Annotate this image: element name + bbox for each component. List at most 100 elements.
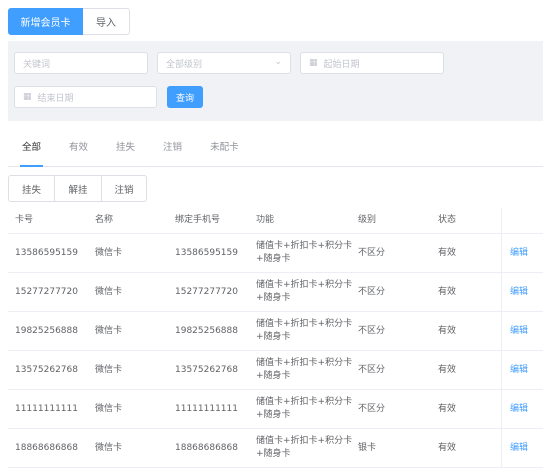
- functions-line: 储值卡+折扣卡+积分卡: [256, 358, 353, 368]
- fixed-column-divider: [501, 429, 502, 467]
- functions-line: 储值卡+折扣卡+积分卡: [256, 397, 353, 407]
- card-status: 有效: [438, 442, 457, 453]
- report-lost-button[interactable]: 挂失: [8, 175, 55, 202]
- edit-link[interactable]: 编辑: [510, 234, 543, 272]
- unlock-button[interactable]: 解挂: [55, 175, 102, 202]
- table-row: 19825256888 微信卡 19825256888 储值卡+折扣卡+积分卡 +…: [8, 312, 543, 351]
- edit-link[interactable]: 编辑: [510, 351, 543, 389]
- cancel-card-button[interactable]: 注销: [102, 175, 147, 202]
- start-date-input[interactable]: ▦ 起始日期: [300, 52, 444, 74]
- functions-line: 储值卡+折扣卡+积分卡: [256, 241, 353, 251]
- tab-lost[interactable]: 挂失: [102, 131, 149, 166]
- card-functions: 储值卡+折扣卡+积分卡 +随身卡: [256, 312, 356, 350]
- card-status: 有效: [438, 325, 457, 336]
- bound-phone: 18868686868: [175, 442, 238, 453]
- edit-link[interactable]: 编辑: [510, 429, 543, 467]
- table-header: 卡号 名称 绑定手机号 功能 级别 状态: [8, 208, 543, 234]
- bound-phone: 11111111111: [175, 403, 238, 414]
- card-functions: 储值卡+折扣卡+积分卡 +随身卡: [256, 390, 356, 428]
- member-card-table: 卡号 名称 绑定手机号 功能 级别 状态 13586595159 微信卡 135…: [8, 208, 543, 468]
- bound-phone: 15277277720: [175, 286, 238, 297]
- query-button[interactable]: 查询: [167, 86, 203, 108]
- card-number: 18868686868: [15, 442, 78, 453]
- table-row: 18868686868 微信卡 18868686868 储值卡+折扣卡+积分卡 +…: [8, 429, 543, 468]
- keyword-placeholder: 关键词: [23, 59, 51, 70]
- table-row: 13575262768 微信卡 13575262768 储值卡+折扣卡+积分卡 +…: [8, 351, 543, 390]
- fixed-column-divider: [501, 234, 502, 272]
- card-level: 不区分: [358, 286, 386, 297]
- card-number: 19825256888: [15, 325, 78, 336]
- edit-link[interactable]: 编辑: [510, 273, 543, 311]
- card-number: 13575262768: [15, 364, 78, 375]
- fixed-column-divider: [501, 312, 502, 350]
- functions-line: 储值卡+折扣卡+积分卡: [256, 319, 353, 329]
- fixed-column-divider: [501, 351, 502, 389]
- column-header: 卡号: [15, 215, 34, 225]
- card-functions: 储值卡+折扣卡+积分卡 +随身卡: [256, 429, 356, 467]
- bound-phone: 19825256888: [175, 325, 238, 336]
- fixed-column-divider: [501, 390, 502, 428]
- card-number: 13586595159: [15, 247, 78, 258]
- edit-link[interactable]: 编辑: [510, 390, 543, 428]
- functions-line: 储值卡+折扣卡+积分卡: [256, 436, 353, 446]
- card-level: 不区分: [358, 364, 386, 375]
- card-status: 有效: [438, 286, 457, 297]
- tab-valid[interactable]: 有效: [55, 131, 102, 166]
- card-functions: 储值卡+折扣卡+积分卡 +随身卡: [256, 234, 356, 272]
- card-level: 不区分: [358, 247, 386, 258]
- card-name: 微信卡: [95, 442, 123, 453]
- table-row: 15277277720 微信卡 15277277720 储值卡+折扣卡+积分卡 +…: [8, 273, 543, 312]
- card-name: 微信卡: [95, 286, 123, 297]
- level-select[interactable]: 全部级别 ⌄: [157, 52, 291, 74]
- add-member-card-button[interactable]: 新增会员卡: [8, 8, 83, 35]
- column-header: 级别: [358, 215, 377, 225]
- bound-phone: 13586595159: [175, 247, 238, 258]
- card-number: 15277277720: [15, 286, 78, 297]
- top-toolbar: 新增会员卡 导入: [8, 8, 130, 35]
- functions-line: +随身卡: [256, 410, 291, 420]
- filter-panel: 关键词 全部级别 ⌄ ▦ 起始日期 ▦ 结束日期 查询: [8, 41, 543, 121]
- column-header: 名称: [95, 215, 114, 225]
- card-name: 微信卡: [95, 247, 123, 258]
- card-number: 11111111111: [15, 403, 78, 414]
- keyword-input[interactable]: 关键词: [14, 52, 148, 74]
- tab-unassigned[interactable]: 未配卡: [196, 131, 253, 166]
- card-level: 银卡: [358, 442, 377, 453]
- calendar-icon: ▦: [309, 58, 318, 68]
- calendar-icon: ▦: [23, 92, 32, 102]
- functions-line: +随身卡: [256, 254, 291, 264]
- status-tabs: 全部 有效 挂失 注销 未配卡: [8, 131, 543, 167]
- card-functions: 储值卡+折扣卡+积分卡 +随身卡: [256, 351, 356, 389]
- end-date-placeholder: 结束日期: [37, 93, 74, 104]
- card-functions: 储值卡+折扣卡+积分卡 +随身卡: [256, 273, 356, 311]
- table-row: 13586595159 微信卡 13586595159 储值卡+折扣卡+积分卡 +…: [8, 234, 543, 273]
- chevron-down-icon: ⌄: [274, 57, 282, 67]
- column-header: 功能: [256, 215, 275, 225]
- card-name: 微信卡: [95, 325, 123, 336]
- bound-phone: 13575262768: [175, 364, 238, 375]
- fixed-column-divider: [501, 208, 502, 233]
- action-buttons: 挂失 解挂 注销: [8, 175, 147, 202]
- tab-all[interactable]: 全部: [8, 131, 55, 167]
- functions-line: +随身卡: [256, 332, 291, 342]
- functions-line: +随身卡: [256, 371, 291, 381]
- card-status: 有效: [438, 403, 457, 414]
- column-header: 绑定手机号: [175, 215, 221, 225]
- import-button[interactable]: 导入: [83, 8, 130, 35]
- column-header: 状态: [438, 215, 457, 225]
- card-status: 有效: [438, 364, 457, 375]
- functions-line: 储值卡+折扣卡+积分卡: [256, 280, 353, 290]
- tab-cancelled[interactable]: 注销: [149, 131, 196, 166]
- start-date-placeholder: 起始日期: [323, 59, 360, 70]
- table-row: 11111111111 微信卡 11111111111 储值卡+折扣卡+积分卡 +…: [8, 390, 543, 429]
- fixed-column-divider: [501, 273, 502, 311]
- card-level: 不区分: [358, 325, 386, 336]
- edit-link[interactable]: 编辑: [510, 312, 543, 350]
- card-name: 微信卡: [95, 364, 123, 375]
- card-level: 不区分: [358, 403, 386, 414]
- level-placeholder: 全部级别: [166, 59, 203, 70]
- functions-line: +随身卡: [256, 293, 291, 303]
- card-name: 微信卡: [95, 403, 123, 414]
- end-date-input[interactable]: ▦ 结束日期: [14, 86, 157, 108]
- card-status: 有效: [438, 247, 457, 258]
